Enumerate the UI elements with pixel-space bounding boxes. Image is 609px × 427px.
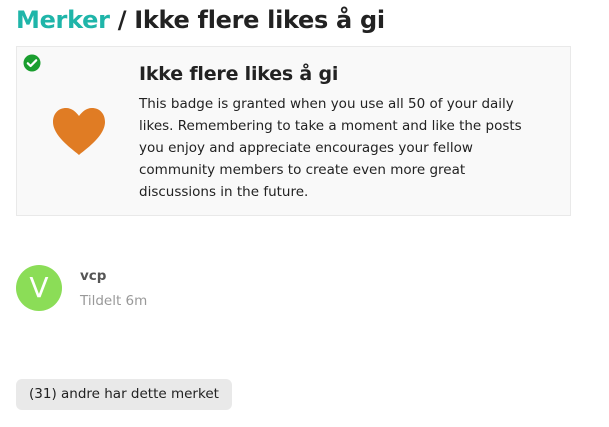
badge-description: This badge is granted when you use all 5… (139, 96, 522, 200)
breadcrumb-badges-link[interactable]: Merker (16, 6, 110, 34)
others-with-badge-button[interactable]: (31) andre har dette merket (16, 379, 232, 410)
heart-icon (53, 108, 105, 155)
granted-timestamp: Tildelt 6m (80, 293, 148, 309)
badge-page: Merker / Ikke flere likes å gi Ikke fler… (0, 0, 609, 427)
breadcrumb-current: Ikke flere likes å gi (134, 6, 385, 34)
breadcrumb-separator: / (109, 6, 135, 34)
badge-card: Ikke flere likes å gi This badge is gran… (16, 46, 571, 216)
avatar[interactable]: V (16, 265, 62, 311)
badge-name: Ikke flere likes å gi (139, 63, 339, 85)
username-link[interactable]: vcp (80, 268, 106, 284)
check-circle-icon (23, 54, 41, 72)
page-title: Merker / Ikke flere likes å gi (16, 2, 385, 38)
